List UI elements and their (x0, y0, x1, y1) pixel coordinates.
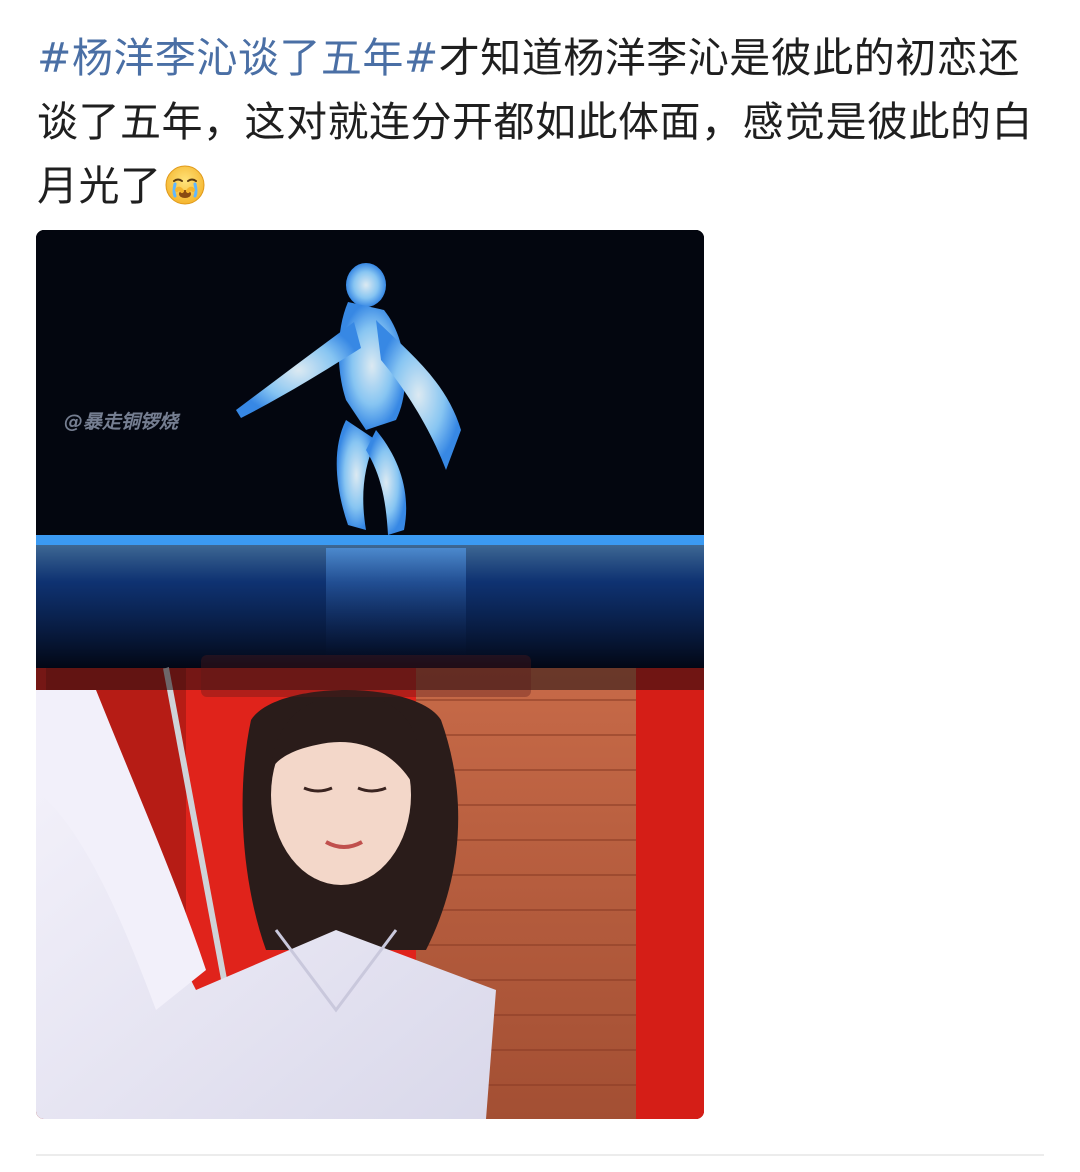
stage-edge-glow (36, 535, 704, 545)
crying-face-emoji-icon (165, 165, 204, 205)
watermark-text: @暴走铜锣烧 (64, 411, 181, 433)
post-divider (36, 1154, 1044, 1156)
post-text: #杨洋李沁谈了五年#才知道杨洋李沁是彼此的初恋还谈了五年，这对就连分开都如此体面… (37, 26, 1047, 218)
hashtag-link[interactable]: #杨洋李沁谈了五年# (37, 34, 439, 82)
actress-figure (36, 690, 496, 1119)
collage-image: @暴走铜锣烧 (36, 230, 704, 1119)
weibo-post: #杨洋李沁谈了五年#才知道杨洋李沁是彼此的初恋还谈了五年，这对就连分开都如此体面… (0, 0, 1080, 1172)
post-image[interactable]: @暴走铜锣烧 (36, 230, 704, 1119)
